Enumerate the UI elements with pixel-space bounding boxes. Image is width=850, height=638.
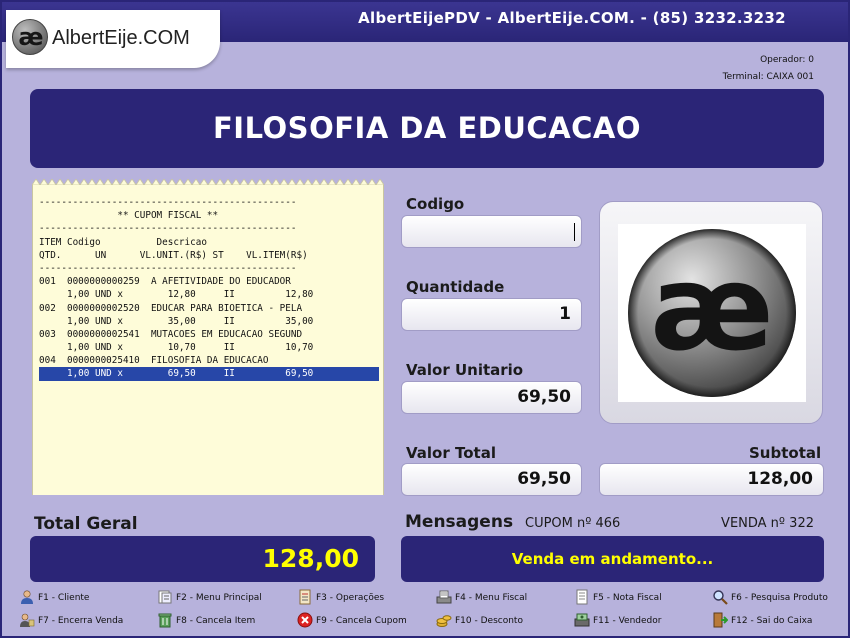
receipt-line-selected[interactable]: 1,00 UND x 69,50 II 69,50 bbox=[39, 367, 379, 381]
ae-sphere-logo-icon: æ bbox=[628, 229, 796, 397]
valor-unitario-label: Valor Unitario bbox=[406, 361, 524, 379]
receipt-line[interactable]: ITEM Codigo Descricao bbox=[39, 236, 379, 249]
total-geral-label: Total Geral bbox=[34, 514, 138, 534]
receipt-line[interactable]: QTD. UN VL.UNIT.(R$) ST VL.ITEM(R$) bbox=[39, 249, 379, 262]
invoice-icon bbox=[576, 589, 588, 605]
search-icon bbox=[713, 590, 728, 605]
receipt-top-edge bbox=[32, 179, 384, 185]
pdv-window: AlbertEijePDV - AlbertEije.COM. - (85) 3… bbox=[0, 0, 850, 638]
close-sale-icon bbox=[20, 613, 35, 627]
fiscal-receipt[interactable]: ----------------------------------------… bbox=[32, 179, 384, 495]
subtotal-label: Subtotal bbox=[749, 444, 822, 462]
receipt-line[interactable]: ----------------------------------------… bbox=[39, 222, 379, 235]
terminal-label: Terminal: CAIXA 001 bbox=[722, 72, 814, 82]
receipt-line[interactable]: ----------------------------------------… bbox=[39, 196, 379, 209]
receipt-line[interactable]: 1,00 UND x 10,70 II 10,70 bbox=[39, 341, 379, 354]
codigo-input[interactable] bbox=[401, 215, 582, 248]
ae-logo-icon: æ bbox=[12, 19, 48, 55]
cancel-icon bbox=[297, 612, 313, 628]
product-name-banner: FILOSOFIA DA EDUCACAO bbox=[30, 89, 824, 168]
cupom-number: CUPOM nº 466 bbox=[525, 516, 621, 531]
quantidade-field[interactable]: 1 bbox=[401, 298, 582, 331]
valor-total-label: Valor Total bbox=[406, 444, 496, 462]
receipt-line[interactable]: ** CUPOM FISCAL ** bbox=[39, 209, 379, 222]
text-caret bbox=[574, 223, 575, 241]
mensagens-label: Mensagens bbox=[405, 512, 514, 532]
product-image-panel: æ bbox=[599, 201, 823, 424]
valor-unitario-field: 69,50 bbox=[401, 381, 582, 414]
coins-icon bbox=[436, 615, 452, 627]
total-geral-value: 128,00 bbox=[30, 536, 375, 582]
venda-number: VENDA nº 322 bbox=[721, 516, 814, 531]
subtotal-field: 128,00 bbox=[599, 463, 824, 496]
brand-name: AlbertEije.COM bbox=[52, 27, 190, 49]
svg-text:æ: æ bbox=[650, 239, 774, 377]
quantidade-label: Quantidade bbox=[406, 278, 505, 296]
window-title: AlbertEijePDV - AlbertEije.COM. - (85) 3… bbox=[358, 9, 786, 27]
receipt-line[interactable]: 003 0000000002541 MUTACOES EM EDUCACAO S… bbox=[39, 328, 379, 341]
receipt-line[interactable]: 002 0000000002520 EDUCAR PARA BIOETICA -… bbox=[39, 302, 379, 315]
product-image: æ bbox=[618, 224, 806, 402]
exit-icon bbox=[713, 612, 728, 628]
receipt-line[interactable]: 1,00 UND x 35,00 II 35,00 bbox=[39, 315, 379, 328]
trash-icon bbox=[158, 613, 172, 628]
receipt-line[interactable]: 001 0000000000259 A AFETIVIDADE DO EDUCA… bbox=[39, 275, 379, 288]
receipt-lines: ----------------------------------------… bbox=[39, 196, 379, 381]
seller-icon bbox=[574, 613, 590, 627]
operations-icon bbox=[299, 589, 311, 605]
operator-label: Operador: 0 bbox=[760, 55, 814, 65]
status-message: Venda em andamento... bbox=[401, 536, 824, 582]
menu-icon bbox=[158, 590, 172, 604]
fiscal-icon bbox=[436, 590, 452, 604]
user-icon bbox=[21, 590, 33, 604]
valor-total-field: 69,50 bbox=[401, 463, 582, 496]
operator-info: Operador: 0 Terminal: CAIXA 001 bbox=[723, 52, 814, 86]
codigo-label: Codigo bbox=[406, 195, 465, 213]
receipt-line[interactable]: 004 0000000025410 FILOSOFIA DA EDUCACAO bbox=[39, 354, 379, 367]
receipt-line[interactable]: ----------------------------------------… bbox=[39, 262, 379, 275]
receipt-line[interactable]: 1,00 UND x 12,80 II 12,80 bbox=[39, 288, 379, 301]
brand-logo: æ AlbertEije.COM bbox=[6, 10, 220, 68]
